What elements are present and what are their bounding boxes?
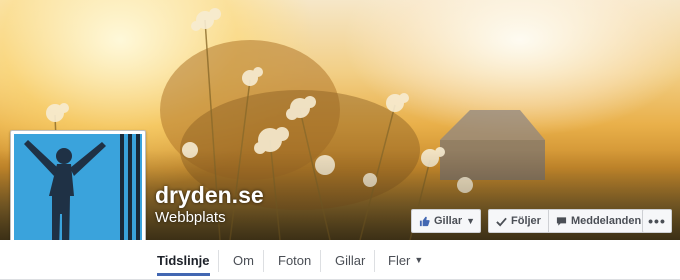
tab-label: Tidslinje — [157, 252, 210, 268]
facebook-page-header: dryden.se Webbplats Gillar ▼ Följer Medd… — [0, 0, 680, 280]
tab-label: Foton — [278, 252, 312, 268]
nav-divider — [374, 250, 375, 272]
more-dots-icon: ••• — [648, 213, 666, 229]
message-button[interactable]: Meddelanden — [548, 209, 650, 233]
like-button[interactable]: Gillar ▼ — [411, 209, 481, 233]
tab-more[interactable]: Fler ▼ — [388, 240, 423, 280]
tab-photos[interactable]: Foton — [278, 240, 311, 280]
nav-divider — [320, 250, 321, 272]
page-navigation: Tidslinje Om Foton Gillar Fler ▼ — [0, 240, 680, 280]
tab-likes[interactable]: Gillar — [335, 240, 365, 280]
page-actions-group: Följer Meddelanden — [488, 209, 650, 233]
tab-label: Fler — [388, 252, 411, 268]
nav-divider — [263, 250, 264, 272]
nav-divider — [218, 250, 219, 272]
tab-label: Om — [233, 252, 254, 268]
message-button-label: Meddelanden — [570, 215, 642, 227]
tab-about[interactable]: Om — [233, 240, 254, 280]
like-button-label: Gillar — [434, 215, 463, 227]
follow-button[interactable]: Följer — [488, 209, 549, 233]
chevron-down-icon: ▼ — [414, 255, 424, 265]
tab-timeline[interactable]: Tidslinje — [157, 240, 210, 280]
follow-button-label: Följer — [511, 215, 541, 227]
thumbs-up-icon — [419, 216, 430, 227]
chat-bubble-icon — [556, 216, 567, 227]
more-options-button[interactable]: ••• — [642, 209, 672, 233]
page-category: Webbplats — [155, 209, 226, 226]
check-icon — [496, 216, 507, 227]
tab-label: Gillar — [335, 252, 366, 268]
chevron-down-icon: ▼ — [466, 216, 476, 226]
page-title[interactable]: dryden.se — [155, 182, 264, 209]
